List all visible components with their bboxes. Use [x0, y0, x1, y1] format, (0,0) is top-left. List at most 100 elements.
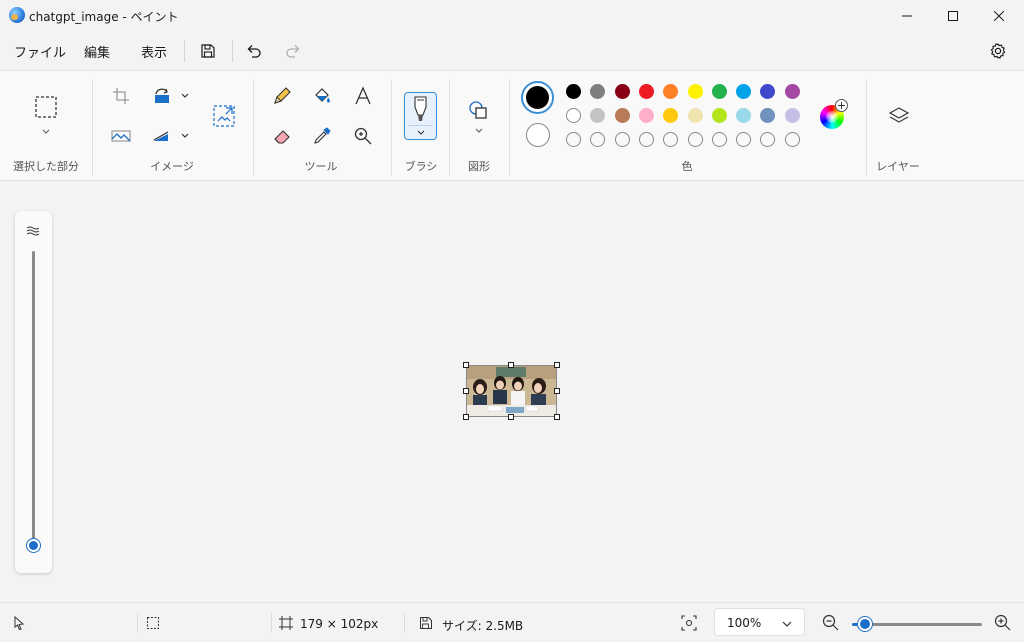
- color-swatch[interactable]: [566, 84, 581, 99]
- color-swatch[interactable]: [590, 84, 606, 99]
- color-swatch[interactable]: [760, 84, 776, 99]
- save-button[interactable]: [196, 39, 220, 63]
- crop-button[interactable]: [107, 82, 135, 110]
- custom-color-slot[interactable]: [711, 132, 727, 147]
- menu-file[interactable]: ファイル: [14, 42, 66, 61]
- select-button[interactable]: [32, 93, 60, 121]
- resize-handle-nw[interactable]: [463, 362, 469, 368]
- color-swatch[interactable]: [760, 108, 776, 123]
- wave-icon: [26, 226, 40, 236]
- zoom-slider-thumb[interactable]: [858, 617, 872, 631]
- selection-group-label: 選択した部分: [13, 160, 79, 173]
- chevron-down-icon: [782, 621, 792, 627]
- color-swatch[interactable]: [711, 108, 727, 123]
- resize-handle-ne[interactable]: [554, 362, 560, 368]
- color-swatch[interactable]: [638, 84, 654, 99]
- close-button[interactable]: [976, 0, 1022, 32]
- background-remove-button[interactable]: [107, 122, 135, 150]
- brush-dropdown-chevron-icon: [417, 130, 425, 135]
- color-swatch[interactable]: [590, 108, 606, 123]
- text-button[interactable]: [349, 82, 377, 110]
- resize-handle-s[interactable]: [508, 414, 514, 420]
- color-swatch[interactable]: [663, 108, 679, 123]
- eraser-button[interactable]: [268, 122, 296, 150]
- resize-handle-sw[interactable]: [463, 414, 469, 420]
- zoom-level-dropdown[interactable]: 100%: [714, 608, 805, 636]
- custom-color-slot[interactable]: [638, 132, 654, 147]
- color-swatch[interactable]: [784, 108, 800, 123]
- rotate-dropdown-chevron-icon[interactable]: [180, 91, 190, 101]
- color-picker-button[interactable]: [308, 122, 336, 150]
- color-swatch[interactable]: [736, 108, 752, 123]
- redo-button[interactable]: [281, 39, 305, 63]
- zoom-slider-track[interactable]: [872, 623, 982, 626]
- undo-button[interactable]: [242, 39, 266, 63]
- window-title: chatgpt_image - ペイント: [29, 10, 179, 24]
- vertical-slider-track[interactable]: [32, 251, 35, 547]
- color-swatch[interactable]: [614, 108, 630, 123]
- custom-color-slot[interactable]: [760, 132, 776, 147]
- color-swatch[interactable]: [687, 108, 703, 123]
- menu-edit[interactable]: 編集: [84, 42, 110, 61]
- secondary-color-button[interactable]: [526, 123, 550, 147]
- eraser-icon: [274, 130, 290, 144]
- flip-button[interactable]: [148, 122, 176, 150]
- resize-button[interactable]: [210, 102, 238, 130]
- color-swatch[interactable]: [687, 84, 703, 99]
- select-dropdown-chevron-icon[interactable]: [41, 127, 51, 137]
- color-swatch[interactable]: [784, 84, 800, 99]
- undo-icon: [247, 45, 261, 58]
- shapes-icon: [469, 101, 487, 119]
- custom-color-slot[interactable]: [566, 132, 581, 147]
- layers-group-label: レイヤー: [876, 160, 920, 173]
- fit-to-window-button[interactable]: [681, 615, 697, 631]
- resize-handle-n[interactable]: [508, 362, 514, 368]
- custom-color-slot[interactable]: [784, 132, 800, 147]
- color-swatch[interactable]: [736, 84, 752, 99]
- resize-handle-w[interactable]: [463, 388, 469, 394]
- fill-button[interactable]: [308, 82, 336, 110]
- title-bar: chatgpt_image - ペイント: [0, 0, 1024, 32]
- resize-handle-e[interactable]: [554, 388, 560, 394]
- custom-color-slot[interactable]: [736, 132, 752, 147]
- shapes-dropdown-chevron-icon[interactable]: [474, 126, 484, 136]
- brush-button[interactable]: [404, 92, 437, 140]
- menu-divider: [232, 40, 233, 62]
- rotate-button[interactable]: [148, 82, 176, 110]
- layers-button[interactable]: [885, 102, 913, 130]
- maximize-button[interactable]: [930, 0, 976, 32]
- settings-button[interactable]: [986, 39, 1010, 63]
- background-removal-icon: [111, 130, 131, 142]
- resize-handle-se[interactable]: [554, 414, 560, 420]
- custom-color-slot[interactable]: [590, 132, 606, 147]
- canvas-size-icon: [279, 616, 293, 630]
- vertical-slider-thumb[interactable]: [27, 539, 40, 552]
- canvas-image-selection[interactable]: [463, 362, 560, 420]
- custom-color-slot[interactable]: [614, 132, 630, 147]
- text-icon: [355, 86, 371, 105]
- status-divider: [404, 613, 405, 633]
- zoom-in-button[interactable]: [994, 614, 1012, 632]
- color-swatch[interactable]: [614, 84, 630, 99]
- magnifier-button[interactable]: [349, 122, 377, 150]
- selection-size-icon: [147, 617, 159, 629]
- primary-color-button[interactable]: [521, 81, 554, 114]
- pencil-button[interactable]: [268, 82, 296, 110]
- pencil-icon: [274, 87, 291, 104]
- color-swatch[interactable]: [566, 108, 581, 123]
- custom-color-slot[interactable]: [663, 132, 679, 147]
- custom-color-slot[interactable]: [687, 132, 703, 147]
- flip-dropdown-chevron-icon[interactable]: [180, 131, 190, 141]
- color-swatch[interactable]: [663, 84, 679, 99]
- group-divider: [509, 79, 510, 177]
- shapes-button[interactable]: [465, 97, 493, 125]
- menu-view[interactable]: 表示: [141, 42, 167, 61]
- minimize-button[interactable]: [884, 0, 930, 32]
- color-swatch[interactable]: [638, 108, 654, 123]
- zoom-in-icon: [994, 614, 1011, 631]
- file-size-icon: [420, 617, 432, 629]
- color-swatch[interactable]: [711, 84, 727, 99]
- magnifier-icon: [354, 127, 372, 145]
- zoom-out-button[interactable]: [822, 614, 840, 632]
- menu-divider: [184, 40, 185, 62]
